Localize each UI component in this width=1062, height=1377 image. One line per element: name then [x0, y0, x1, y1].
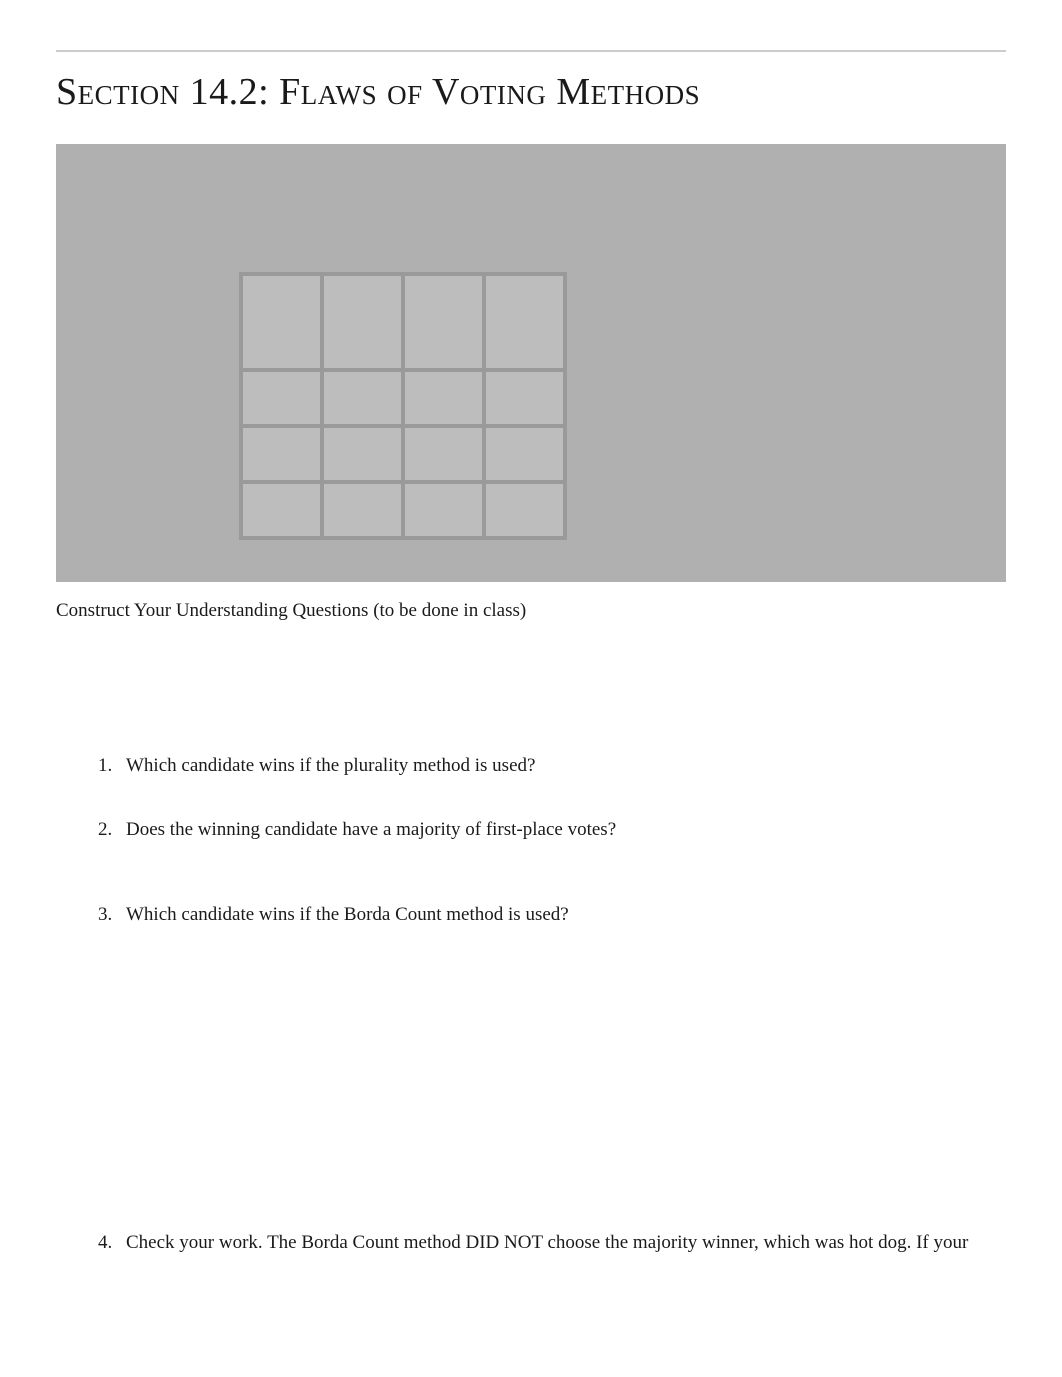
question-text: Which candidate wins if the Borda Count … [126, 901, 569, 929]
question-item: 4. Check your work. The Borda Count meth… [98, 1229, 1006, 1257]
table-cell [239, 368, 324, 428]
title-divider [56, 50, 1006, 52]
question-text: Does the winning candidate have a majori… [126, 816, 616, 844]
question-item: 1. Which candidate wins if the plurality… [98, 752, 1006, 780]
question-text: Check your work. The Borda Count method … [126, 1229, 968, 1257]
blurred-figure [56, 144, 1006, 582]
table-cell [239, 480, 324, 540]
question-item: 3. Which candidate wins if the Borda Cou… [98, 901, 1006, 929]
table-cell [239, 272, 324, 372]
table-cell [482, 368, 567, 428]
question-item: 2. Does the winning candidate have a maj… [98, 816, 1006, 844]
table-cell [239, 424, 324, 484]
question-number: 2. [98, 816, 126, 844]
question-number: 4. [98, 1229, 126, 1257]
blurred-table [241, 274, 581, 538]
table-cell [401, 480, 486, 540]
table-cell [320, 272, 405, 372]
table-cell [320, 368, 405, 428]
question-number: 3. [98, 901, 126, 929]
question-number: 1. [98, 752, 126, 780]
table-cell [482, 424, 567, 484]
question-text: Which candidate wins if the plurality me… [126, 752, 535, 780]
table-cell [482, 272, 567, 372]
table-cell [401, 368, 486, 428]
table-cell [482, 480, 567, 540]
table-cell [320, 424, 405, 484]
table-cell [401, 272, 486, 372]
document-page: Section 14.2: Flaws of Voting Methods [0, 0, 1062, 1296]
table-cell [320, 480, 405, 540]
question-list: 1. Which candidate wins if the plurality… [56, 752, 1006, 1256]
section-title: Section 14.2: Flaws of Voting Methods [56, 62, 1006, 114]
subtitle-text: Construct Your Understanding Questions (… [56, 600, 1006, 622]
table-cell [401, 424, 486, 484]
